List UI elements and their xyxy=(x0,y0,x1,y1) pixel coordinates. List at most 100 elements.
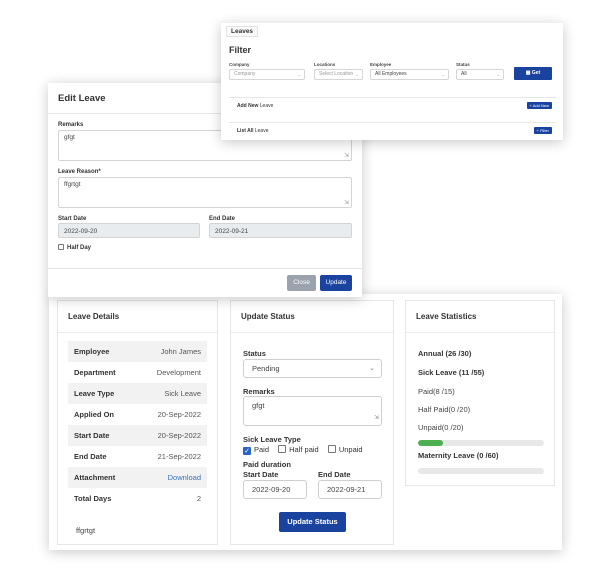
status-select[interactable]: All ⌄ xyxy=(456,69,504,80)
start-date-label: Start Date xyxy=(243,470,279,479)
start-date-input[interactable]: 2022-09-20 xyxy=(243,480,307,499)
half-day-checkbox[interactable]: Half Day xyxy=(58,244,91,251)
leave-details-card: Leave Details Employee John James Depart… xyxy=(57,300,218,545)
sick-leave-stat: Sick Leave (11 /55) xyxy=(418,368,485,377)
paid-duration-label: Paid duration xyxy=(243,460,291,469)
list-all-rest: Leave xyxy=(253,128,269,134)
table-row: Employee John James xyxy=(68,341,207,362)
status-label: Status xyxy=(456,62,470,67)
row-value: 2 xyxy=(196,494,201,503)
leave-details-title: Leave Details xyxy=(58,301,217,333)
checkbox-checked-icon: ✓ xyxy=(243,447,251,455)
employee-select[interactable]: All Employees ⌄ xyxy=(370,69,449,80)
row-key: Attachment xyxy=(74,473,116,482)
leave-detail-page: Leave Details Employee John James Depart… xyxy=(49,294,562,550)
table-row: Attachment Download xyxy=(68,467,207,488)
sick-leave-progress-fill xyxy=(418,440,444,446)
paid-stat: Paid(8 /15) xyxy=(418,387,455,396)
status-select[interactable]: Pending ⌄ xyxy=(243,359,382,378)
leave-statistics-title: Leave Statistics xyxy=(406,301,554,333)
attachment-download-link[interactable]: Download xyxy=(168,467,201,488)
close-button[interactable]: Close xyxy=(287,275,316,291)
filter-button[interactable]: + Filter xyxy=(533,127,552,134)
status-value: All xyxy=(461,71,467,77)
resize-handle-icon: ⇲ xyxy=(373,415,379,421)
table-row: Total Days 2 xyxy=(68,488,207,509)
checkbox-icon xyxy=(278,445,287,453)
remarks-textarea[interactable]: gfgt ⇲ xyxy=(243,396,382,426)
row-value: 20-Sep-2022 xyxy=(157,410,201,419)
locations-select[interactable]: Select Location ⌄ xyxy=(314,69,363,80)
chevron-down-icon: ⌄ xyxy=(496,72,500,77)
table-row: Applied On 20-Sep-2022 xyxy=(68,404,207,425)
table-row: Start Date 20-Sep-2022 xyxy=(68,425,207,446)
half-paid-option-label: Half paid xyxy=(289,445,319,454)
tab-leaves[interactable]: Leaves xyxy=(226,26,259,37)
remarks-label: Remarks xyxy=(243,387,275,396)
end-date-input[interactable]: 2022-09-21 xyxy=(209,223,352,238)
half-paid-checkbox[interactable]: Half paid xyxy=(278,445,319,454)
leave-reason-label: Leave Reason* xyxy=(58,169,101,175)
remarks-text: gfgt xyxy=(252,401,265,410)
unpaid-option-label: Unpaid xyxy=(338,445,363,454)
chevron-down-icon: ⌄ xyxy=(369,365,375,372)
row-value: Sick Leave xyxy=(164,389,201,398)
checkbox-icon xyxy=(327,445,336,453)
resize-handle-icon: ⇲ xyxy=(343,200,349,206)
sick-leave-type-label: Sick Leave Type xyxy=(243,435,301,444)
update-status-card: Update Status Status Pending ⌄ Remarks g… xyxy=(230,300,394,545)
list-all-bold: List All xyxy=(237,128,254,134)
company-placeholder: Company xyxy=(234,71,256,77)
modal-title: Edit Leave xyxy=(58,93,106,104)
company-select[interactable]: Company ⌄ xyxy=(229,69,305,80)
get-button[interactable]: ▦ Get xyxy=(514,67,552,80)
leave-reason-text: ffgrtgt xyxy=(76,526,96,535)
row-key: End Date xyxy=(74,452,107,461)
end-date-input[interactable]: 2022-09-21 xyxy=(318,480,382,499)
end-date-label: End Date xyxy=(209,216,236,222)
locations-label: Locations xyxy=(314,62,336,67)
paid-checkbox[interactable]: ✓ Paid xyxy=(243,445,270,455)
update-button[interactable]: Update xyxy=(320,275,352,291)
add-new-rest: Leave xyxy=(258,103,274,109)
update-status-button[interactable]: Update Status xyxy=(279,512,346,532)
row-value: Development xyxy=(156,368,201,377)
status-label: Status xyxy=(243,349,266,358)
row-value: 20-Sep-2022 xyxy=(157,431,201,440)
company-label: Company xyxy=(229,62,250,67)
leave-statistics-card: Leave Statistics Annual (26 /30) Sick Le… xyxy=(405,300,555,486)
sick-leave-progress-bar xyxy=(418,440,544,446)
row-key: Leave Type xyxy=(74,389,115,398)
table-row: Department Development xyxy=(68,362,207,383)
leave-reason-text: ffgrtgt xyxy=(64,181,81,188)
maternity-leave-stat: Maternity Leave (0 /60) xyxy=(418,451,499,460)
leave-reason-textarea[interactable]: ffgrtgt ⇲ xyxy=(58,177,352,208)
get-button-label: Get xyxy=(531,70,541,76)
row-key: Total Days xyxy=(74,494,112,503)
locations-placeholder: Select Location xyxy=(319,71,354,77)
status-select-value: Pending xyxy=(252,364,280,373)
annual-stat: Annual (26 /30) xyxy=(418,349,472,358)
table-row: End Date 21-Sep-2022 xyxy=(68,446,207,467)
list-all-leave-bar: List All Leave + Filter xyxy=(229,122,556,138)
employee-label: Employee xyxy=(370,62,392,67)
employee-value: All Employees xyxy=(375,71,407,77)
table-row: Leave Type Sick Leave xyxy=(68,383,207,404)
unpaid-stat: Unpaid(0 /20) xyxy=(418,423,464,432)
chevron-down-icon: ⌄ xyxy=(355,72,359,77)
leaves-filter-panel: Leaves Filter Company Company ⌄ Location… xyxy=(221,23,563,140)
add-new-button[interactable]: + Add New xyxy=(526,102,552,109)
unpaid-checkbox[interactable]: Unpaid xyxy=(327,445,363,454)
paid-option-label: Paid xyxy=(254,445,270,454)
start-date-input[interactable]: 2022-09-20 xyxy=(58,223,200,238)
filter-title: Filter xyxy=(229,45,252,55)
update-status-title: Update Status xyxy=(231,301,393,333)
checkbox-icon xyxy=(58,244,64,250)
remarks-label: Remarks xyxy=(58,122,84,128)
add-new-leave-bar: Add New Leave + Add New xyxy=(229,97,556,113)
resize-handle-icon: ⇲ xyxy=(343,153,349,159)
row-value: 21-Sep-2022 xyxy=(157,452,201,461)
modal-footer-divider xyxy=(48,268,362,269)
half-day-label: Half Day xyxy=(67,245,92,251)
remarks-text: gfgt xyxy=(64,134,75,141)
